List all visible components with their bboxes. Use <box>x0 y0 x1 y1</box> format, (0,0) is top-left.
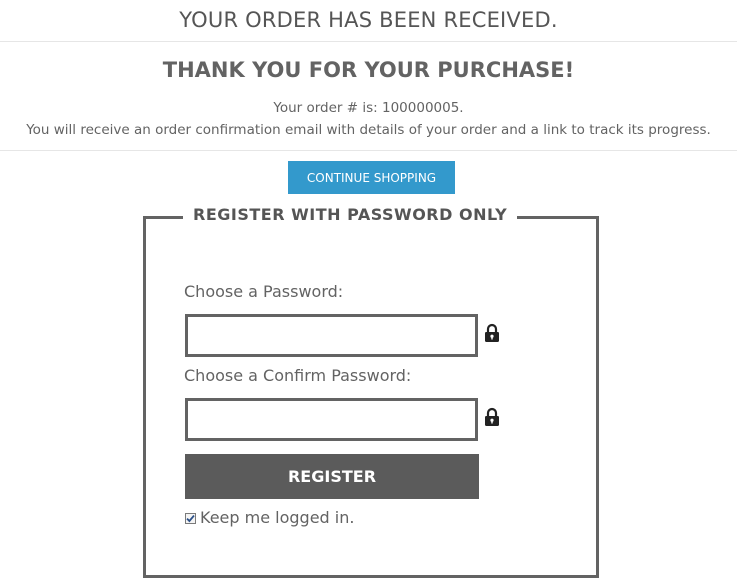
keep-logged-in-label: Keep me logged in. <box>200 508 355 527</box>
keep-logged-in-checkbox[interactable] <box>185 513 196 524</box>
password-label: Choose a Password: <box>184 282 344 301</box>
content-divider <box>0 150 737 151</box>
lock-icon <box>484 323 500 343</box>
confirm-password-label: Choose a Confirm Password: <box>184 366 412 385</box>
order-success-page: YOUR ORDER HAS BEEN RECEIVED. THANK YOU … <box>0 0 737 587</box>
page-title: YOUR ORDER HAS BEEN RECEIVED. <box>179 8 558 32</box>
thank-you-heading: THANK YOU FOR YOUR PURCHASE! <box>162 58 575 82</box>
keep-logged-in-row[interactable]: Keep me logged in. <box>185 508 354 527</box>
register-legend: REGISTER WITH PASSWORD ONLY <box>183 205 518 224</box>
register-button[interactable]: REGISTER <box>185 454 479 499</box>
header-divider <box>0 41 737 42</box>
confirm-password-field[interactable] <box>185 398 478 441</box>
continue-shopping-button[interactable]: CONTINUE SHOPPING <box>288 161 455 194</box>
checkmark-icon <box>186 515 195 523</box>
order-number-text: Your order # is: 100000005. <box>273 100 464 116</box>
confirmation-email-text: You will receive an order confirmation e… <box>26 122 711 138</box>
password-field[interactable] <box>185 314 478 357</box>
lock-icon <box>484 407 500 427</box>
